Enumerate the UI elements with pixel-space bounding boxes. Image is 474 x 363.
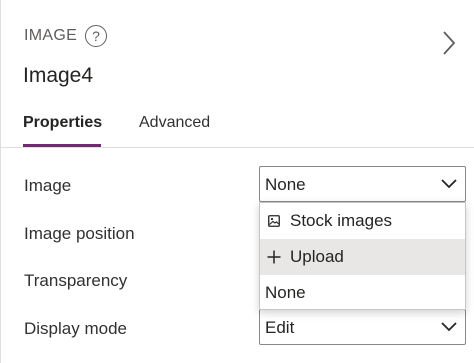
- chevron-down-icon: [441, 179, 457, 189]
- image-dropdown-menu: Stock images Upload None: [259, 202, 466, 310]
- tab-properties[interactable]: Properties: [23, 114, 102, 132]
- image-select[interactable]: None: [259, 166, 466, 202]
- dropdown-item-stock-images[interactable]: Stock images: [260, 203, 465, 239]
- image-icon: [264, 215, 284, 227]
- transparency-property-label: Transparency: [24, 271, 128, 290]
- display-mode-select[interactable]: Edit: [259, 309, 466, 345]
- dropdown-item-label: Stock images: [290, 211, 393, 230]
- dropdown-item-none[interactable]: None: [260, 275, 465, 311]
- control-type-label: IMAGE: [24, 27, 78, 44]
- help-glyph: ?: [92, 28, 100, 44]
- tab-advanced[interactable]: Advanced: [139, 114, 210, 132]
- tabs-divider: [1, 147, 474, 148]
- dropdown-item-upload[interactable]: Upload: [260, 239, 465, 275]
- control-name[interactable]: Image4: [23, 64, 93, 88]
- display-mode-property-label: Display mode: [24, 319, 127, 338]
- image-select-value: None: [265, 175, 306, 194]
- chevron-right-icon[interactable]: [441, 30, 457, 56]
- plus-icon: [264, 250, 284, 264]
- dropdown-item-label: Upload: [290, 247, 344, 266]
- image-property-label: Image: [24, 176, 72, 195]
- chevron-down-icon: [441, 322, 457, 332]
- image-position-property-label: Image position: [24, 224, 135, 243]
- display-mode-select-value: Edit: [265, 318, 295, 337]
- properties-panel: IMAGE ? Image4 Properties Advanced Image…: [0, 0, 474, 363]
- dropdown-item-label: None: [265, 283, 306, 302]
- help-icon[interactable]: ?: [85, 25, 107, 47]
